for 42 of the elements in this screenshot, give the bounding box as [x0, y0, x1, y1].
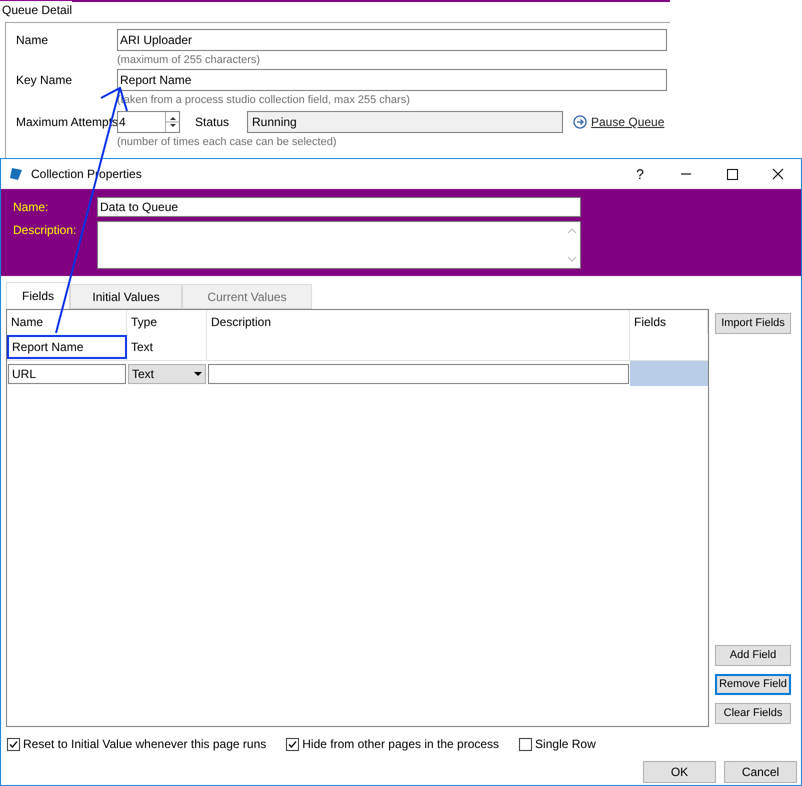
arrow-circle-icon: [573, 115, 587, 129]
table-cell: Report Name: [7, 335, 127, 359]
dialog-button[interactable]: OK: [643, 761, 716, 783]
column-header[interactable]: Description: [207, 310, 630, 334]
dropdown-arrow-icon: [194, 372, 202, 376]
checkbox-label: Single Row: [535, 736, 596, 753]
column-header[interactable]: Name: [7, 310, 127, 334]
field-label: Status: [195, 114, 230, 131]
field-label: Key Name: [16, 72, 74, 89]
checkbox[interactable]: [286, 738, 300, 750]
description-input[interactable]: [208, 364, 629, 384]
table-cell: Text: [127, 334, 207, 360]
column-header[interactable]: Type: [127, 310, 207, 334]
checkbox-label: Reset to Initial Value whenever this page runs: [23, 736, 266, 753]
app-logo-icon: [9, 167, 23, 181]
field-action-button[interactable]: Clear Fields: [715, 703, 791, 724]
description-label: Description:: [13, 222, 78, 239]
spin-field[interactable]: 4: [117, 111, 180, 133]
import-fields-button[interactable]: Import Fields: [715, 313, 791, 334]
name-field[interactable]: Data to Queue: [97, 197, 581, 217]
field-action-button[interactable]: Add Field: [715, 645, 791, 666]
pause-queue-link[interactable]: Pause Queue: [591, 113, 664, 131]
checkbox[interactable]: [519, 738, 532, 750]
name-input[interactable]: URL: [8, 364, 126, 384]
text-field[interactable]: Report Name: [117, 69, 667, 91]
checkbox-label: Hide from other pages in the process: [302, 736, 500, 753]
field-action-button[interactable]: Remove Field: [715, 674, 791, 695]
description-field[interactable]: [97, 221, 581, 269]
field-hint: (maximum of 255 characters): [117, 53, 262, 68]
help-button[interactable]: ?: [617, 164, 663, 184]
status-field: Running: [247, 111, 563, 133]
type-dropdown[interactable]: Text: [128, 364, 206, 384]
dialog-button[interactable]: Cancel: [724, 761, 797, 783]
field-hint: (number of times each case can be selected): [117, 135, 338, 150]
field-label: Name: [16, 32, 50, 49]
column-header[interactable]: Fields: [630, 310, 708, 334]
tab[interactable]: Fields: [6, 282, 70, 309]
checkbox[interactable]: [7, 738, 20, 750]
spin-arrows-icon[interactable]: [165, 112, 179, 132]
name-label: Name:: [13, 199, 50, 216]
tab[interactable]: Initial Values: [70, 284, 182, 309]
text-field[interactable]: ARI Uploader: [117, 29, 667, 51]
